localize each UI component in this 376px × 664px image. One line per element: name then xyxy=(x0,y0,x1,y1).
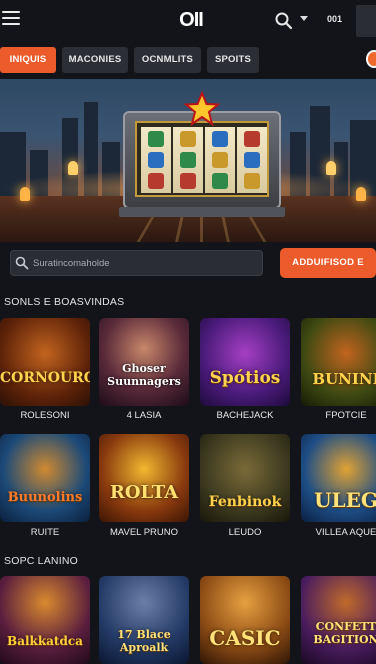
game-art-text: Fenbinok xyxy=(208,494,282,510)
game-art-text: 17 Blace Aproalk xyxy=(117,628,171,654)
logo[interactable]: OII xyxy=(166,5,216,35)
game-label[interactable]: FPOTCIE xyxy=(301,410,376,421)
game-label[interactable]: RUITE xyxy=(0,527,90,538)
star-icon xyxy=(184,91,220,127)
game-card[interactable]: CASIC xyxy=(200,576,290,664)
game-card[interactable]: CORNOURO xyxy=(0,318,90,406)
section-title: SOPC LANINO xyxy=(4,555,78,567)
game-art-text: CORNOURO xyxy=(0,370,90,386)
game-card[interactable]: Fenbinok xyxy=(200,434,290,522)
section-title: SONLS E BOASVINDAS xyxy=(4,296,125,308)
search-icon[interactable] xyxy=(274,11,294,31)
game-card[interactable]: Ghoser Suunnagers xyxy=(99,318,189,406)
hero-banner[interactable] xyxy=(0,79,376,242)
game-card[interactable]: 17 Blace Aproalk xyxy=(99,576,189,664)
game-label[interactable]: ROLESONI xyxy=(0,410,90,421)
game-card[interactable]: ULEG xyxy=(301,434,376,522)
account-id[interactable]: 001 xyxy=(327,14,342,24)
search-input[interactable] xyxy=(10,250,263,276)
game-card[interactable]: Buunolins xyxy=(0,434,90,522)
search-icon xyxy=(15,256,29,270)
game-art-text: ROLTA xyxy=(109,482,179,503)
game-card[interactable]: BUNINI xyxy=(301,318,376,406)
game-card[interactable]: Spótios xyxy=(200,318,290,406)
tab-maconies[interactable]: MACONIES xyxy=(62,47,128,73)
profile-button[interactable] xyxy=(356,5,376,37)
game-card[interactable]: CONFETT BAGITION xyxy=(301,576,376,664)
notification-badge[interactable] xyxy=(366,50,376,68)
game-art-text: Balkkatdca xyxy=(7,634,83,648)
game-art-text: CONFETT BAGITION xyxy=(313,620,376,646)
game-art-text: CASIC xyxy=(209,626,281,650)
game-art-text: Ghoser Suunnagers xyxy=(107,362,181,388)
cta-button[interactable]: ADDUIFISOD E xyxy=(280,248,376,278)
chevron-down-icon[interactable] xyxy=(300,16,308,21)
game-card[interactable]: ROLTA xyxy=(99,434,189,522)
game-card[interactable]: Balkkatdca xyxy=(0,576,90,664)
game-label[interactable]: VILLEA AQUE xyxy=(301,527,376,538)
game-art-text: Spótios xyxy=(209,368,281,388)
hamburger-menu-icon[interactable] xyxy=(2,11,20,27)
game-art-text: BUNINI xyxy=(312,370,376,388)
tab-iniquis[interactable]: INIQUIS xyxy=(0,47,56,73)
game-label[interactable]: MAVEL PRUNO xyxy=(99,527,189,538)
game-label[interactable]: BACHEJACK xyxy=(200,410,290,421)
search-row: ADDUIFISOD E xyxy=(0,246,376,280)
tab-ocnmlits[interactable]: OCNMLITS xyxy=(134,47,201,73)
top-bar: OII 001 xyxy=(0,0,376,42)
game-art-text: Buunolins xyxy=(7,490,83,505)
game-label[interactable]: 4 LASIA xyxy=(99,410,189,421)
game-label[interactable]: LEUDO xyxy=(200,527,290,538)
game-art-text: ULEG xyxy=(314,488,376,512)
category-tabs: INIQUIS MACONIES OCNMLITS SPOITS xyxy=(0,45,376,75)
tab-spoits[interactable]: SPOITS xyxy=(207,47,259,73)
